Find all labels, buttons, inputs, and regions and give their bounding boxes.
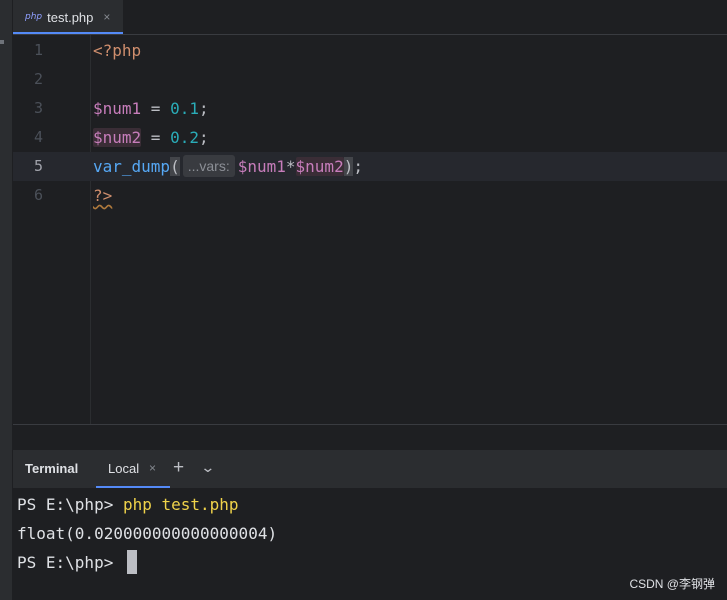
argument-num1: $num1: [237, 157, 286, 176]
multiply-operator: *: [285, 157, 296, 176]
semicolon: ;: [353, 157, 363, 176]
line-number: 4: [33, 128, 43, 146]
number-literal: 0.1: [170, 99, 199, 118]
shell-prompt: PS E:\php>: [17, 495, 123, 514]
tab-local[interactable]: Local ×: [96, 450, 170, 488]
strip-dot-icon: [0, 40, 4, 44]
terminal-header: Terminal Local × + ⌄: [13, 450, 727, 488]
code-line-5[interactable]: 5 var_dump(...vars: $num1*$num2);: [13, 152, 727, 181]
strip-marker-icon: [0, 6, 3, 20]
code-line-1[interactable]: 1 <?php: [13, 36, 727, 65]
close-paren: ): [343, 157, 354, 176]
watermark: CSDN @李钢弹: [629, 577, 715, 591]
shell-command: php test.php: [122, 495, 239, 514]
code-editor[interactable]: 1 <?php 2 3 $num1 = 0.1; 4 $num2 = 0.2; …: [13, 35, 727, 424]
number-literal: 0.2: [170, 128, 199, 147]
variable-num1: $num1: [93, 99, 142, 118]
text-cursor: [126, 550, 137, 574]
tab-local-label: Local: [108, 461, 140, 476]
command-output: float(0.020000000000000004): [17, 524, 278, 543]
chevron-down-icon[interactable]: ⌄: [200, 459, 215, 476]
assign-operator: =: [141, 99, 171, 118]
terminal-line: float(0.020000000000000004): [17, 519, 277, 548]
semicolon: ;: [198, 128, 209, 147]
code-line-4[interactable]: 4 $num2 = 0.2;: [13, 123, 727, 152]
variable-num2: $num2: [93, 128, 142, 147]
terminal-line: PS E:\php> php test.php: [17, 490, 239, 519]
line-number: 6: [33, 186, 43, 204]
open-paren: (: [170, 157, 180, 176]
code-line-3[interactable]: 3 $num1 = 0.1;: [13, 94, 727, 123]
php-open-tag: <?php: [93, 41, 142, 60]
terminal-line: PS E:\php>: [17, 548, 137, 577]
function-var-dump: var_dump: [93, 157, 171, 176]
line-number: 5: [33, 157, 43, 175]
tab-label: test.php: [47, 9, 94, 25]
editor-tab-bar: php test.php ×: [13, 0, 727, 35]
tool-window-strip: [0, 0, 13, 600]
argument-num2: $num2: [295, 157, 344, 176]
line-number: 3: [33, 99, 43, 117]
shell-prompt: PS E:\php>: [17, 553, 123, 572]
line-number: 1: [33, 41, 43, 59]
code-line-2[interactable]: 2: [13, 65, 727, 94]
line-number: 2: [33, 70, 43, 88]
php-file-icon: php: [25, 12, 43, 22]
active-tab-indicator: [13, 32, 123, 34]
close-tab-icon[interactable]: ×: [149, 461, 156, 475]
close-tab-icon[interactable]: ×: [103, 10, 110, 24]
terminal-output[interactable]: PS E:\php> php test.php float(0.02000000…: [13, 488, 727, 600]
php-close-tag: ?>: [93, 186, 113, 205]
parameter-hint: ...vars:: [182, 155, 235, 177]
assign-operator: =: [141, 128, 171, 147]
tab-test-php[interactable]: php test.php ×: [13, 0, 123, 34]
terminal-title: Terminal: [25, 461, 79, 476]
semicolon: ;: [198, 99, 209, 118]
panel-divider[interactable]: [13, 424, 727, 425]
code-line-6[interactable]: 6 ?>: [13, 181, 727, 210]
new-terminal-icon[interactable]: +: [173, 457, 184, 479]
